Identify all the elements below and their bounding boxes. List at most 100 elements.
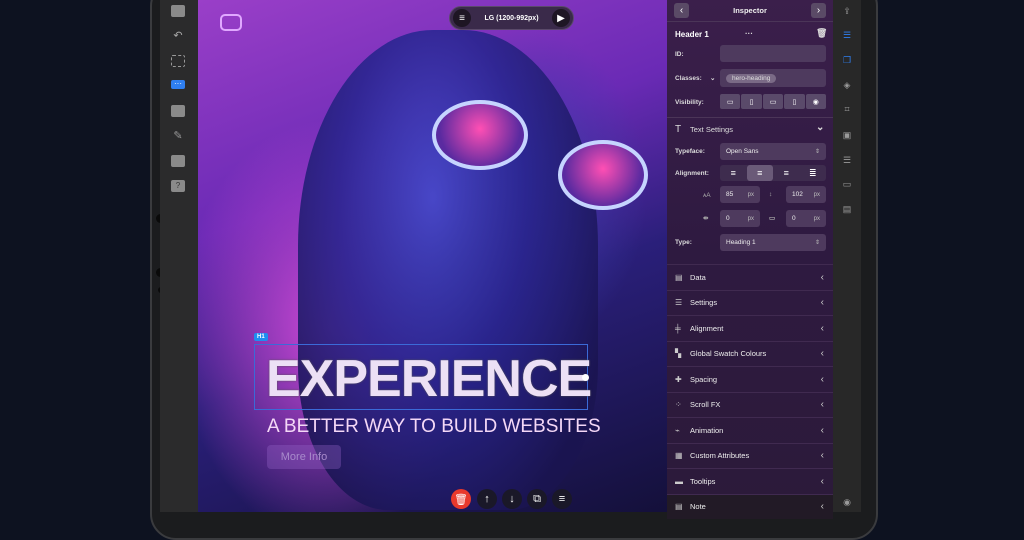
inspector-icon[interactable]: ☰ — [842, 30, 852, 40]
section-custom-attributes[interactable]: ▦ Custom Attributes ‹ — [667, 442, 833, 469]
breakpoint-label[interactable]: LG (1200-992px) — [484, 15, 538, 22]
tablet-icon[interactable]: ▯ — [741, 94, 762, 109]
word-spacing-icon: ▭ — [769, 215, 776, 222]
section-global-swatch-colours[interactable]: ▚ Global Swatch Colours ‹ — [667, 340, 833, 367]
document-icon[interactable]: ▤ — [842, 204, 852, 214]
section-label: Note — [690, 502, 706, 512]
chevron-left-icon: ‹ — [820, 297, 824, 309]
grid-icon[interactable] — [171, 5, 185, 17]
visibility-toggles: ▭ ▯ ▭ ▯ ◉ — [720, 94, 827, 109]
play-icon[interactable]: ▶ — [552, 9, 570, 27]
eye-icon[interactable]: ◉ — [842, 497, 852, 507]
font-size-input[interactable]: 85 px — [720, 186, 760, 203]
chevron-left-icon: ‹ — [820, 322, 824, 334]
line-height-input[interactable]: 102 px — [786, 186, 826, 203]
more-info-button[interactable]: More Info — [267, 445, 341, 469]
id-input[interactable] — [720, 45, 826, 62]
unit-label: px — [747, 191, 754, 198]
section-label: Spacing — [690, 374, 718, 384]
type-select[interactable]: Heading 1 ⇕ — [720, 234, 826, 251]
help-icon[interactable]: ? — [171, 180, 185, 192]
section-spacing[interactable]: ✚ Spacing ‹ — [667, 366, 833, 392]
move-down-icon[interactable]: ↓ — [502, 489, 522, 509]
font-size-icon: ᴀA — [703, 192, 711, 199]
section-scroll-fx[interactable]: ⁘ Scroll FX ‹ — [667, 391, 833, 418]
typeface-select[interactable]: Open Sans ⇕ — [720, 143, 826, 160]
alignment-label: Alignment: — [675, 170, 709, 177]
section-animation[interactable]: ⌁ Animation ‹ — [667, 417, 833, 443]
edit-icon[interactable] — [171, 155, 185, 167]
text-settings-heading[interactable]: Text Settings — [690, 125, 733, 134]
pages-icon[interactable]: ❐ — [842, 55, 852, 65]
menu-icon[interactable]: ≡ — [453, 9, 471, 27]
section-label: Scroll FX — [690, 400, 721, 410]
export-icon[interactable]: ⇪ — [842, 6, 852, 16]
duplicate-icon[interactable]: ⧉ — [527, 489, 547, 509]
delete-icon[interactable]: 🗑 — [451, 489, 471, 509]
section-tooltips[interactable]: ▬ Tooltips ‹ — [667, 468, 833, 494]
select-icon[interactable] — [171, 55, 185, 67]
resize-handle[interactable] — [582, 374, 589, 381]
letter-spacing-input[interactable]: 0 px — [720, 210, 760, 227]
chevron-left-icon: ‹ — [820, 501, 824, 513]
list-icon[interactable]: ☰ — [842, 155, 852, 165]
logo-icon — [220, 14, 242, 31]
section-alignment[interactable]: ╪ Alignment ‹ — [667, 315, 833, 341]
section-label: Data — [690, 272, 706, 282]
code-icon[interactable]: ▭ — [842, 179, 852, 189]
eye-icon[interactable]: ◉ — [805, 94, 827, 109]
typeface-value: Open Sans — [726, 148, 759, 155]
section-label: Custom Attributes — [690, 451, 750, 461]
classes-input[interactable]: hero-heading — [720, 69, 826, 87]
image-icon[interactable]: ▣ — [842, 130, 852, 140]
alignment-buttons: ≡ ≡ ≡ ≣ — [720, 165, 826, 181]
scroll-fx-icon: ⁘ — [675, 400, 682, 410]
divider — [667, 117, 833, 118]
chevron-left-icon: ‹ — [820, 475, 824, 487]
word-spacing-value: 0 — [792, 215, 796, 222]
hero-subheading[interactable]: A BETTER WAY TO BUILD WEBSITES — [267, 416, 601, 438]
note-icon: ▤ — [675, 502, 683, 512]
section-data[interactable]: ▤ Data ‹ — [667, 264, 833, 290]
tablet-landscape-icon[interactable]: ▭ — [762, 94, 784, 109]
chevron-left-icon: ‹ — [820, 399, 824, 411]
layers-icon[interactable]: ◈ — [842, 80, 852, 90]
typeface-label: Typeface: — [675, 148, 705, 155]
menu-icon[interactable]: ≡ — [552, 489, 572, 509]
components-icon[interactable]: ⌗ — [842, 104, 852, 114]
breakpoint-bar: ≡ LG (1200-992px) ▶ — [449, 6, 574, 30]
type-label: Type: — [675, 239, 692, 246]
move-up-icon[interactable]: ↑ — [477, 489, 497, 509]
chevron-left-icon: ‹ — [820, 271, 824, 283]
phone-icon[interactable]: ▯ — [784, 94, 805, 109]
chevron-left-icon: ‹ — [820, 348, 824, 360]
section-note[interactable]: ▤ Note ‹ — [667, 493, 833, 519]
undo-icon[interactable]: ↶ — [171, 30, 185, 42]
section-settings[interactable]: ☰ Settings ‹ — [667, 289, 833, 316]
class-chip[interactable]: hero-heading — [726, 73, 777, 83]
id-label: ID: — [675, 51, 684, 58]
hero-heading[interactable]: EXPERIENCE — [266, 349, 592, 409]
classes-label: Classes: — [675, 75, 702, 82]
chevron-down-icon[interactable]: ⌄ — [710, 74, 715, 82]
letter-spacing-value: 0 — [726, 215, 730, 222]
desktop-icon[interactable]: ▭ — [720, 94, 741, 109]
draw-icon[interactable]: ✎ — [171, 130, 185, 142]
element-name: Header 1 — [675, 30, 709, 39]
align-center-icon[interactable]: ≡ — [746, 165, 773, 181]
section-label: Global Swatch Colours — [690, 349, 767, 359]
back-icon[interactable]: ‹ — [674, 3, 689, 18]
font-size-value: 85 — [726, 191, 734, 198]
unit-label: px — [747, 215, 754, 222]
block-icon[interactable]: ··· — [171, 80, 185, 89]
align-right-icon[interactable]: ≡ — [773, 165, 800, 181]
word-spacing-input[interactable]: 0 px — [786, 210, 826, 227]
forward-icon[interactable]: › — [810, 3, 826, 18]
trash-icon[interactable]: 🗑 — [816, 28, 827, 39]
visibility-label: Visibility: — [675, 99, 704, 106]
justify-icon[interactable]: ≣ — [800, 165, 827, 181]
more-options[interactable]: ··· — [745, 29, 753, 38]
columns-icon[interactable] — [171, 105, 185, 117]
chevron-down-icon[interactable]: ⌄ — [816, 122, 824, 133]
align-left-icon[interactable]: ≡ — [720, 165, 747, 181]
